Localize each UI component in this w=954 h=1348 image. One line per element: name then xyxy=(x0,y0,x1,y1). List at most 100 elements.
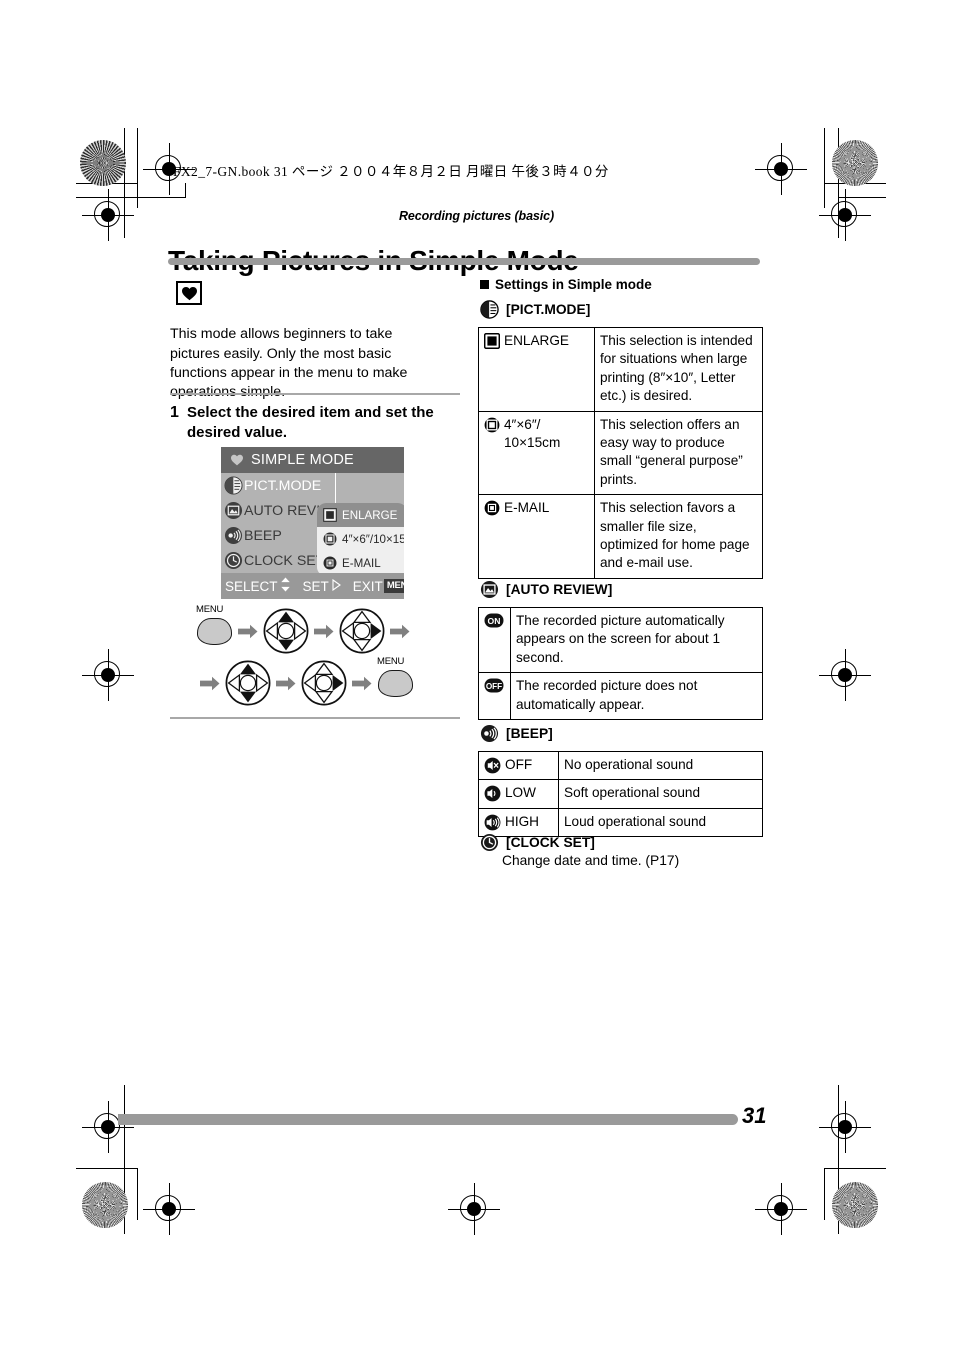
postcard-icon xyxy=(484,416,500,433)
registration-mark-bottom-left xyxy=(143,1183,195,1235)
lcd-footer-bar: SELECT SET EXIT MENU xyxy=(221,573,404,599)
cursor-pad-updown[interactable] xyxy=(225,660,271,706)
label-text-line2: 10×15cm xyxy=(504,435,561,451)
label-text: LOW xyxy=(505,785,536,801)
title-underline-bar xyxy=(168,258,760,265)
print-star-target-bottom-left xyxy=(82,1182,128,1228)
cursor-pad-right[interactable] xyxy=(301,660,347,706)
beep-icon xyxy=(224,526,243,545)
lcd-title-text: SIMPLE MODE xyxy=(251,452,354,468)
lcd-menu-label: CLOCK SET xyxy=(244,552,325,569)
updown-arrows-icon xyxy=(280,577,291,595)
lcd-footer-exit: EXIT MENU xyxy=(353,579,404,594)
auto-review-heading-text: [AUTO REVIEW] xyxy=(506,582,613,597)
menu-button-label: MENU xyxy=(377,655,405,667)
lcd-submenu-label: 4″×6″/10×15cm xyxy=(342,532,404,546)
registration-mark-bottom-center xyxy=(448,1183,500,1235)
label-text-line1: 4″×6″/ xyxy=(504,416,541,432)
manual-page: FX2_7-GN.book 31 ページ ２００４年８月２日 月曜日 午後３時４… xyxy=(0,0,954,1348)
divider-below-flow xyxy=(170,717,460,719)
beep-row-description: No operational sound xyxy=(558,750,763,781)
auto-review-row-label: ON ON xyxy=(478,606,511,674)
arrow-right-icon xyxy=(351,674,373,692)
footer-bar xyxy=(118,1114,738,1125)
submenu-right-arrow-icon xyxy=(399,511,404,523)
print-star-target-top-right xyxy=(832,140,878,186)
clock-set-description: Change date and time. (P17) xyxy=(502,853,680,868)
lcd-menu-screenshot: SIMPLE MODE PICT.MODE AUTO REVIE BEEP CL… xyxy=(221,447,404,599)
section-kicker: Recording pictures (basic) xyxy=(399,209,555,223)
lcd-footer-select: SELECT xyxy=(225,577,291,595)
beep-table: OFF No operational sound LOW Soft operat… xyxy=(478,750,763,838)
step-1: 1 Select the desired item and set the de… xyxy=(170,403,435,443)
registration-mark-right-middle xyxy=(819,649,871,701)
table-row: 4″×6″/ 10×15cm This selection offers an … xyxy=(478,410,763,496)
divider-above-step xyxy=(170,393,460,395)
lcd-menu-list: PICT.MODE AUTO REVIE BEEP CLOCK SET ENLA… xyxy=(221,473,404,576)
lcd-title-bar: SIMPLE MODE xyxy=(221,447,404,473)
registration-mark-bottom-right xyxy=(755,1183,807,1235)
label-text: OFF xyxy=(505,757,533,772)
beep-row-label: LOW xyxy=(478,779,559,809)
settings-heading: Settings in Simple mode xyxy=(480,277,652,292)
lcd-menu-item-pict-mode[interactable]: PICT.MODE xyxy=(221,473,341,498)
select-label: SELECT xyxy=(225,578,278,594)
right-arrow-icon xyxy=(332,578,341,594)
postcard-icon xyxy=(323,532,337,546)
registration-mark-top-right xyxy=(755,143,807,195)
lcd-submenu-item-email[interactable]: E-MAIL xyxy=(317,551,404,575)
lcd-footer-set: SET xyxy=(303,578,341,594)
lcd-menu-label: PICT.MODE xyxy=(244,477,322,494)
label-text: ENLARGE xyxy=(504,333,569,348)
registration-mark-left-middle xyxy=(82,649,134,701)
menu-button-end[interactable]: MENU xyxy=(377,656,413,697)
label-text: HIGH xyxy=(505,813,539,829)
volume-high-icon xyxy=(484,813,501,831)
lcd-menu-label: BEEP xyxy=(244,527,282,544)
table-row: ON ON The recorded picture automatically… xyxy=(478,606,763,674)
table-row: LOW Soft operational sound xyxy=(478,779,763,809)
enlarge-icon xyxy=(484,332,500,349)
pict-mode-heading: [PICT.MODE] xyxy=(480,300,590,319)
email-size-icon xyxy=(323,556,337,570)
crop-line-left-vertical xyxy=(124,1085,125,1169)
label-text: E-MAIL xyxy=(504,500,550,516)
table-row: ENLARGE This selection is intended for s… xyxy=(478,327,763,412)
menu-button-start[interactable]: MENU xyxy=(196,604,232,645)
on-badge-icon: ON xyxy=(484,612,504,628)
clock-set-heading-text: [CLOCK SET] xyxy=(506,835,595,850)
print-star-target-top-left xyxy=(80,140,126,186)
cursor-pad-updown[interactable] xyxy=(263,608,309,654)
exit-label: EXIT xyxy=(352,578,383,594)
beep-heading-text: [BEEP] xyxy=(506,726,553,741)
clock-set-heading: [CLOCK SET] xyxy=(480,833,595,852)
registration-mark-top-right-lower xyxy=(819,189,871,241)
beep-heading: [BEEP] xyxy=(480,724,553,743)
beep-icon xyxy=(480,724,499,743)
auto-review-row-description: The recorded picture does not automatica… xyxy=(510,672,763,721)
lcd-submenu-panel: ENLARGE 4″×6″/10×15cm xyxy=(317,503,404,576)
clock-set-icon xyxy=(224,551,243,570)
step-text: Select the desired item and set the desi… xyxy=(187,404,434,441)
pict-mode-row-description: This selection is intended for situation… xyxy=(594,327,763,412)
lcd-submenu-item-postcard[interactable]: 4″×6″/10×15cm xyxy=(317,527,404,551)
pict-mode-icon xyxy=(480,300,499,319)
auto-review-table: ON ON The recorded picture automatically… xyxy=(478,606,763,721)
menu-button-label: MENU xyxy=(196,603,224,615)
pict-mode-row-description: This selection offers an easy way to pro… xyxy=(594,410,763,496)
mute-icon xyxy=(484,756,501,774)
registration-mark-top-left-lower xyxy=(82,189,134,241)
lcd-submenu-item-enlarge[interactable]: ENLARGE xyxy=(317,503,404,527)
crop-line-right-vertical xyxy=(838,1085,839,1169)
enlarge-icon xyxy=(323,508,337,522)
arrow-right-icon xyxy=(275,674,297,692)
beep-row-label: OFF xyxy=(478,750,559,781)
auto-review-icon xyxy=(224,501,243,520)
lcd-submenu-label: ENLARGE xyxy=(342,508,398,522)
pict-mode-row-label: 4″×6″/ 10×15cm xyxy=(478,410,595,496)
cursor-pad-right[interactable] xyxy=(339,608,385,654)
page-number: 31 xyxy=(742,1103,767,1128)
arrow-right-icon xyxy=(199,674,221,692)
pict-mode-row-label: E-MAIL xyxy=(478,494,595,579)
step-number: 1 xyxy=(170,404,179,421)
